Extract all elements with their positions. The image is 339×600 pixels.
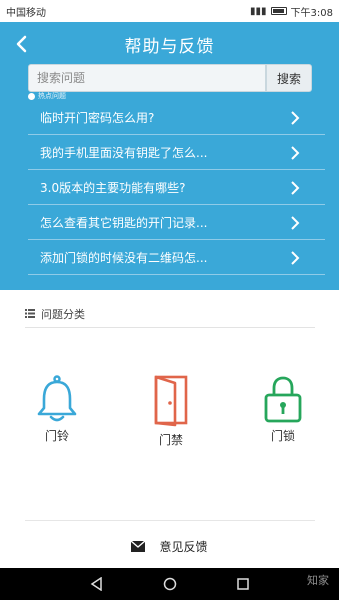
clock-time: 下午3:08 — [290, 7, 333, 19]
title-bar: 帮助与反馈 — [0, 22, 339, 66]
faq-item[interactable]: 添加门锁的时候没有二维码怎... — [28, 240, 325, 275]
bell-icon — [37, 375, 77, 422]
back-button[interactable] — [8, 30, 36, 58]
door-icon — [154, 375, 188, 427]
square-recents-icon — [236, 578, 249, 590]
chevron-right-icon — [291, 181, 300, 195]
nav-back-button[interactable] — [86, 573, 108, 595]
category-doorbell[interactable]: 门铃 — [22, 375, 92, 444]
category-label: 门铃 — [44, 429, 69, 443]
nav-home-button[interactable] — [159, 573, 181, 595]
status-bar: 中国移动 ▮▮▮ 下午3:08 — [0, 0, 339, 22]
faq-item-label: 我的手机里面没有钥匙了怎么... — [40, 145, 208, 160]
system-nav-bar — [0, 568, 339, 600]
list-icon — [25, 309, 35, 318]
header-panel: 帮助与反馈 搜索 热点问题 临时开门密码怎么用? 我的手机里面没有钥匙了怎么..… — [0, 22, 339, 290]
page-title: 帮助与反馈 — [124, 36, 215, 57]
nav-recents-button[interactable] — [232, 573, 254, 595]
feedback-label: 意见反馈 — [159, 539, 208, 554]
category-label: 门锁 — [270, 429, 295, 443]
triangle-back-icon — [90, 577, 102, 591]
faq-item[interactable]: 我的手机里面没有钥匙了怎么... — [28, 135, 325, 170]
faq-item[interactable]: 临时开门密码怎么用? — [28, 100, 325, 135]
category-header: 问题分类 — [25, 300, 315, 328]
divider — [25, 520, 315, 521]
envelope-icon — [131, 540, 146, 552]
search-button[interactable]: 搜索 — [266, 64, 312, 92]
hot-questions-label: 热点问题 — [28, 92, 66, 100]
fire-icon — [28, 92, 35, 100]
battery-icon — [270, 7, 287, 15]
faq-item-label: 怎么查看其它钥匙的开门记录... — [40, 215, 208, 230]
search-input[interactable] — [28, 64, 266, 92]
chevron-right-icon — [291, 111, 300, 125]
faq-item-label: 3.0版本的主要功能有哪些? — [40, 180, 186, 195]
watermark-logo: 知家 — [307, 574, 329, 587]
lock-icon — [264, 376, 302, 423]
signal-icon: ▮▮▮ — [250, 5, 267, 17]
carrier-name: 中国移动 — [6, 7, 46, 19]
status-icons: ▮▮▮ 下午3:08 — [250, 4, 333, 19]
chevron-right-icon — [291, 146, 300, 160]
category-header-label: 问题分类 — [41, 307, 85, 321]
category-lock[interactable]: 门锁 — [248, 375, 318, 444]
faq-item[interactable]: 怎么查看其它钥匙的开门记录... — [28, 205, 325, 240]
chevron-right-icon — [291, 216, 300, 230]
category-label: 门禁 — [158, 433, 183, 447]
category-access[interactable]: 门禁 — [136, 375, 206, 448]
category-section: 问题分类 门铃 门禁 门锁 意见反馈 — [0, 290, 339, 568]
faq-list: 临时开门密码怎么用? 我的手机里面没有钥匙了怎么... 3.0版本的主要功能有哪… — [28, 100, 325, 275]
faq-item-label: 临时开门密码怎么用? — [40, 110, 155, 125]
back-arrow-icon — [16, 35, 27, 53]
circle-home-icon — [163, 577, 176, 591]
feedback-button[interactable]: 意见反馈 — [0, 534, 339, 558]
faq-item[interactable]: 3.0版本的主要功能有哪些? — [28, 170, 325, 205]
faq-item-label: 添加门锁的时候没有二维码怎... — [40, 250, 208, 265]
chevron-right-icon — [291, 251, 300, 265]
search-bar: 搜索 — [28, 64, 312, 92]
